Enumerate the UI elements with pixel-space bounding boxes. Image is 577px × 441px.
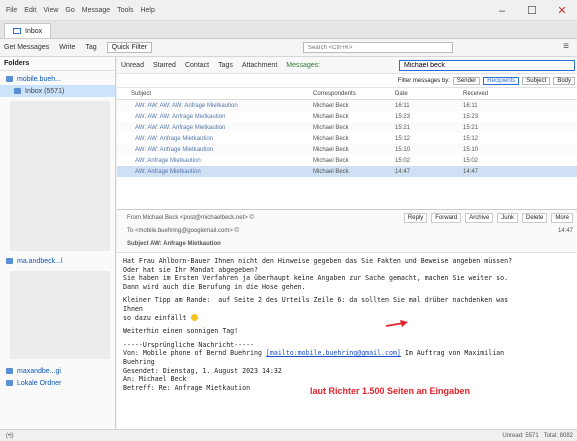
menu-edit[interactable]: Edit — [24, 7, 36, 14]
table-row[interactable]: AW: AW: AW: Anfrage Mietkaution Michael … — [117, 111, 577, 122]
archive-button[interactable]: Archive — [465, 213, 494, 223]
filter-by-label: Filter messages by: — [397, 77, 450, 84]
activity-icon: (•|) — [6, 432, 14, 439]
junk-button[interactable]: Junk — [497, 213, 518, 223]
filter-body-button[interactable]: Body — [553, 76, 575, 85]
thread-column-header: Subject Correspondents Date Received — [117, 88, 577, 100]
subject-line: Subject AW: Anfrage Mietkaution — [127, 241, 221, 247]
close-icon[interactable]: ✕ — [547, 0, 577, 21]
window-controls: – ☐ ✕ — [487, 0, 577, 21]
table-row-selected[interactable]: AW: Anfrage Mietkaution Michael Beck 14:… — [117, 166, 577, 177]
account-ma[interactable]: ma.andbeck...l — [0, 255, 115, 267]
folder-pane-header: Folders — [0, 57, 115, 71]
get-messages-button[interactable]: Get Messages — [4, 44, 49, 51]
table-row[interactable]: AW: Anfrage Mietkaution Michael Beck 15:… — [117, 155, 577, 166]
mail-icon — [13, 28, 21, 34]
folder-inbox[interactable]: Inbox (5571) — [0, 85, 115, 97]
thread-list: AW: AW: AW: AW: Anfrage Mietkaution Mich… — [117, 100, 577, 177]
app-menu-icon[interactable]: ≡ — [563, 41, 569, 52]
table-row[interactable]: AW: AW: AW: Anfrage Mietkaution Michael … — [117, 122, 577, 133]
table-row[interactable]: AW: AW: Anfrage Mietkaution Michael Beck… — [117, 133, 577, 144]
menu-go[interactable]: Go — [65, 7, 74, 14]
message-date: 14:47 — [557, 228, 573, 234]
filter-attachment[interactable]: Attachment — [242, 62, 277, 69]
account-icon — [6, 258, 13, 264]
maximize-icon[interactable]: ☐ — [517, 0, 547, 21]
red-annotation: laut Richter 1.500 Seiten an Eingaben — [310, 386, 471, 396]
filter-unread[interactable]: Unread — [121, 62, 144, 69]
account-mobile[interactable]: mobile.bueh... — [0, 73, 115, 85]
folder-list-blurred — [10, 101, 110, 251]
red-arrow-icon — [385, 320, 408, 327]
tab-inbox[interactable]: Inbox — [4, 23, 52, 38]
folder-pane: Folders mobile.bueh... Inbox (5571) ma.a… — [0, 57, 116, 429]
quick-filter-bar: Unread Starred Contact Tags Attachment M… — [117, 57, 577, 74]
message-counts: Unread: 5571 Total: 8082 — [502, 432, 573, 439]
mailto-link[interactable]: [mailto:mobile.buehring@gmail.com] — [266, 349, 401, 357]
tab-label: Inbox — [25, 27, 43, 35]
search-input[interactable] — [303, 42, 453, 53]
folder-icon — [6, 380, 13, 386]
account-icon — [6, 76, 13, 82]
menu-tools[interactable]: Tools — [117, 7, 133, 14]
inbox-icon — [14, 88, 21, 94]
column-subject[interactable]: Subject — [117, 91, 313, 97]
filter-recipients-button[interactable]: Recipients — [483, 76, 520, 85]
column-correspondents[interactable]: Correspondents — [313, 91, 395, 97]
minimize-icon[interactable]: – — [487, 0, 517, 21]
tab-bar: Inbox — [0, 21, 577, 39]
tag-button[interactable]: Tag — [85, 44, 96, 51]
to-line[interactable]: To <mobile.buehring@googlemail.com> © — [127, 228, 239, 234]
menu-bar: File Edit View Go Message Tools Help — [0, 7, 162, 14]
main-toolbar: Get Messages Write Tag Quick Filter ≡ — [0, 39, 577, 57]
message-header: From Michael Beck <post@michaelbeck.net>… — [117, 209, 577, 253]
messages-label: Messages: — [286, 61, 321, 69]
filter-tags[interactable]: Tags — [218, 62, 233, 69]
folder-list-blurred-2 — [10, 271, 110, 359]
more-button[interactable]: More — [551, 213, 573, 223]
account-max[interactable]: maxandbe...gi — [0, 365, 115, 377]
filter-sender-button[interactable]: Sender — [452, 76, 481, 85]
message-pane: Unread Starred Contact Tags Attachment M… — [117, 57, 577, 429]
table-row[interactable]: AW: AW: Anfrage Mietkaution Michael Beck… — [117, 144, 577, 155]
menu-help[interactable]: Help — [140, 7, 154, 14]
write-button[interactable]: Write — [59, 44, 75, 51]
message-body: Hat Frau Ahlborn-Bauer Ihnen nicht den H… — [117, 253, 577, 429]
menu-message[interactable]: Message — [82, 7, 110, 14]
smiley-icon — [190, 314, 198, 322]
from-line[interactable]: From Michael Beck <post@michaelbeck.net>… — [127, 215, 254, 221]
status-bar: (•|) Unread: 5571 Total: 8082 — [0, 429, 577, 441]
delete-button[interactable]: Delete — [521, 213, 548, 223]
reply-button[interactable]: Reply — [403, 213, 428, 223]
filter-messages-input[interactable] — [399, 60, 575, 71]
filter-subject-button[interactable]: Subject — [522, 76, 551, 85]
filter-contact[interactable]: Contact — [185, 62, 209, 69]
menu-view[interactable]: View — [43, 7, 58, 14]
filter-starred[interactable]: Starred — [153, 62, 176, 69]
column-date[interactable]: Date — [395, 91, 463, 97]
account-icon — [6, 368, 13, 374]
message-actions: Reply Forward Archive Junk Delete More — [400, 213, 573, 223]
filter-by-row: Filter messages by: Sender Recipients Su… — [117, 74, 577, 88]
column-received[interactable]: Received — [463, 91, 533, 97]
forward-button[interactable]: Forward — [431, 213, 462, 223]
local-folders[interactable]: Lokale Ordner — [0, 377, 115, 389]
menu-file[interactable]: File — [6, 7, 17, 14]
quick-filter-button[interactable]: Quick Filter — [106, 42, 153, 53]
table-row[interactable]: AW: AW: AW: AW: Anfrage Mietkaution Mich… — [117, 100, 577, 111]
title-bar: File Edit View Go Message Tools Help – ☐… — [0, 0, 577, 21]
